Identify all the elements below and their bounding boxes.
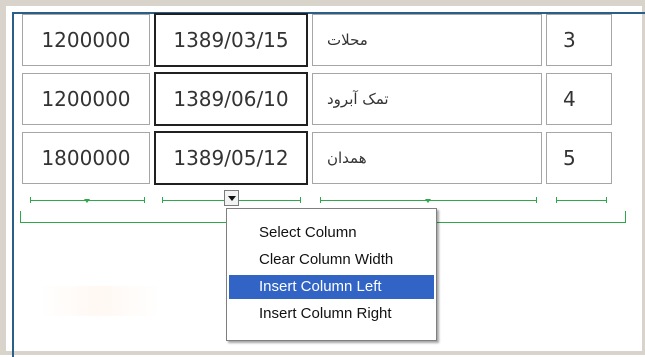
ruler-segment[interactable] bbox=[556, 200, 606, 201]
table-cell-index[interactable]: 4 bbox=[546, 73, 612, 125]
table-cell-amount[interactable]: 1800000 bbox=[22, 132, 150, 184]
ruler-tick bbox=[144, 197, 145, 203]
table-cell-name[interactable]: محلات bbox=[312, 14, 542, 66]
table-cell-name[interactable]: همدان bbox=[312, 132, 542, 184]
table-cell-date[interactable]: 1389/05/12 bbox=[154, 131, 308, 185]
ruler-tick bbox=[536, 197, 537, 203]
ruler-tick bbox=[30, 197, 31, 203]
table-cell-date[interactable]: 1389/06/10 bbox=[154, 72, 308, 126]
dropdown-arrow-icon[interactable] bbox=[224, 190, 239, 206]
ruler-tick bbox=[162, 197, 163, 203]
menu-item-select-column[interactable]: Select Column bbox=[229, 221, 434, 245]
ruler-tick bbox=[556, 197, 557, 203]
table-cell-name[interactable]: تمک آبرود bbox=[312, 73, 542, 125]
column-context-menu: Select Column Clear Column Width Insert … bbox=[226, 208, 437, 341]
table-cell-date[interactable]: 1389/03/15 bbox=[154, 13, 308, 67]
ruler-tick bbox=[300, 197, 301, 203]
ruler-arrow-icon[interactable] bbox=[84, 199, 90, 203]
ruler-arrow-icon[interactable] bbox=[425, 199, 431, 203]
menu-item-insert-column-left[interactable]: Insert Column Left bbox=[229, 275, 434, 299]
table-cell-index[interactable]: 5 bbox=[546, 132, 612, 184]
table-cell-index[interactable]: 3 bbox=[546, 14, 612, 66]
table-cell-amount[interactable]: 1200000 bbox=[22, 73, 150, 125]
background-smudge bbox=[40, 286, 160, 316]
table-cell-amount[interactable]: 1200000 bbox=[22, 14, 150, 66]
menu-item-insert-column-right[interactable]: Insert Column Right bbox=[229, 302, 434, 326]
menu-item-clear-column-width[interactable]: Clear Column Width bbox=[229, 248, 434, 272]
ruler-tick bbox=[320, 197, 321, 203]
ruler-tick bbox=[606, 197, 607, 203]
